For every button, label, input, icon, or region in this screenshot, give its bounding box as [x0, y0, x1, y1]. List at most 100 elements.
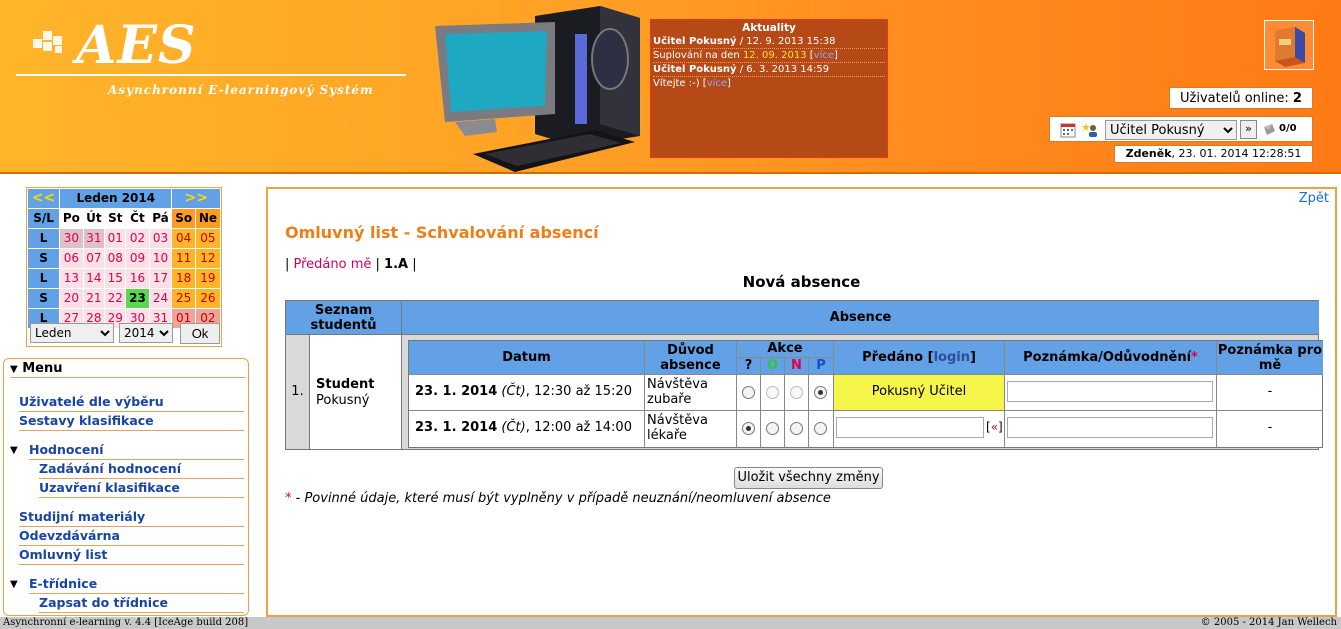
- calendar-day[interactable]: 21: [83, 289, 105, 308]
- menu-item-odevzdavarna[interactable]: Odevzdávárna: [19, 527, 244, 546]
- calendar-ok-button[interactable]: Ok: [180, 323, 220, 344]
- insert-login-link[interactable]: [«]: [986, 420, 1003, 434]
- radio-neomluveno[interactable]: [790, 422, 803, 435]
- calendar-day[interactable]: 24: [149, 289, 172, 308]
- header-akce-unknown: ?: [737, 358, 761, 375]
- calendar-day[interactable]: 05: [195, 229, 220, 248]
- absence-reason: Návštěva zubaře: [645, 375, 737, 411]
- menu-item-zapsat[interactable]: Zapsat do třídnice: [39, 594, 244, 613]
- section-title: Nová absence: [742, 273, 861, 291]
- mail-icon[interactable]: [1262, 123, 1276, 137]
- news-more-link[interactable]: více: [707, 78, 727, 89]
- calendar-day[interactable]: 10: [149, 249, 172, 268]
- logo-divider: [16, 74, 406, 76]
- logo-subtitle: Asynchronní E-learningový Systém: [108, 83, 374, 97]
- news-panel: Aktuality Učitel Pokusný / 12. 9. 2013 1…: [650, 19, 888, 158]
- absence-day: (Čt): [501, 384, 526, 399]
- breadcrumb-link-predano[interactable]: Předáno mě: [294, 257, 372, 272]
- messages-count-text: 0/0: [1279, 123, 1297, 134]
- user-star-icon[interactable]: [1082, 122, 1100, 138]
- logo-title: AES: [76, 15, 197, 76]
- messages-count[interactable]: 0/0: [1279, 123, 1297, 134]
- hodnoceni-expand-icon[interactable]: ▼: [10, 445, 18, 456]
- news-more-link[interactable]: více: [814, 50, 834, 61]
- breadcrumb-class[interactable]: 1.A: [384, 257, 408, 272]
- calendar-day[interactable]: 16: [126, 269, 149, 288]
- book-icon[interactable]: [1264, 20, 1314, 70]
- calendar-day[interactable]: 30: [60, 229, 83, 248]
- calendar-day-today[interactable]: 23: [126, 289, 149, 308]
- calendar-day[interactable]: 15: [105, 269, 126, 288]
- calendar-icon[interactable]: [1060, 122, 1076, 138]
- menu-item-zadavani[interactable]: Zadávání hodnocení: [39, 460, 244, 479]
- calendar-month-select[interactable]: Leden: [30, 323, 114, 343]
- calendar-widget: << Leden 2014 >> S/L Po Út St Čt Pá So N…: [26, 187, 222, 347]
- menu-item-etridnice[interactable]: E-třídnice: [29, 575, 244, 594]
- calendar-day[interactable]: 03: [149, 229, 172, 248]
- calendar-day[interactable]: 19: [195, 269, 220, 288]
- calendar-prev-button[interactable]: <<: [28, 189, 60, 208]
- calendar-day[interactable]: 20: [60, 289, 83, 308]
- user-select[interactable]: Učitel Pokusný: [1105, 120, 1237, 140]
- menu-item-uzivatele[interactable]: Uživatelé dle výběru: [19, 393, 244, 412]
- student-last-name: Pokusný: [316, 393, 370, 408]
- calendar-day[interactable]: 31: [83, 229, 105, 248]
- column-students-header: Seznam studentů: [286, 301, 402, 335]
- calendar-day[interactable]: 22: [105, 289, 126, 308]
- header-login-link[interactable]: login: [934, 350, 970, 365]
- header-datum: Datum: [409, 341, 645, 375]
- calendar-day[interactable]: 11: [172, 249, 195, 268]
- calendar-day[interactable]: 26: [195, 289, 220, 308]
- note-for-me: -: [1217, 375, 1323, 411]
- menu-item-sestavy[interactable]: Sestavy klasifikace: [19, 412, 244, 431]
- menu-item-uzavreni[interactable]: Uzavření klasifikace: [39, 479, 244, 498]
- calendar-day[interactable]: 08: [105, 249, 126, 268]
- news-text: Suplování na den: [653, 50, 743, 61]
- note-cell: [1005, 411, 1217, 447]
- calendar-day[interactable]: 17: [149, 269, 172, 288]
- calendar-next-button[interactable]: >>: [172, 189, 220, 208]
- calendar-day[interactable]: 14: [83, 269, 105, 288]
- calendar-day[interactable]: 07: [83, 249, 105, 268]
- user-go-button[interactable]: »: [1240, 120, 1257, 139]
- akce-cell: [737, 375, 761, 411]
- radio-unknown[interactable]: [742, 386, 755, 399]
- save-all-button[interactable]: Uložit všechny změny: [734, 467, 883, 489]
- menu-collapse-icon[interactable]: ▼: [10, 364, 18, 375]
- menu-item-studijni[interactable]: Studijní materiály: [19, 508, 244, 527]
- calendar-day[interactable]: 18: [172, 269, 195, 288]
- calendar-day[interactable]: 25: [172, 289, 195, 308]
- insert-login-symbol: «: [990, 420, 999, 434]
- calendar-day[interactable]: 13: [60, 269, 83, 288]
- radio-predat[interactable]: [814, 386, 827, 399]
- users-online: Uživatelů online: 2: [1169, 87, 1313, 109]
- calendar-day[interactable]: 06: [60, 249, 83, 268]
- radio-unknown[interactable]: [742, 422, 755, 435]
- header-poznamka-label: Poznámka/Odůvodnění: [1023, 350, 1192, 365]
- etridnice-expand-icon[interactable]: ▼: [10, 579, 18, 590]
- note-input[interactable]: [1007, 381, 1213, 402]
- menu-item-hodnoceni[interactable]: Hodnocení: [29, 441, 244, 460]
- calendar-day[interactable]: 04: [172, 229, 195, 248]
- back-link[interactable]: Zpět: [1299, 191, 1329, 206]
- menu-item-omluvny-list[interactable]: Omluvný list: [19, 546, 244, 565]
- side-menu: ▼ Menu Uživatelé dle výběru Sestavy klas…: [3, 358, 249, 616]
- note-input[interactable]: [1007, 417, 1213, 438]
- radio-predat[interactable]: [814, 422, 827, 435]
- calendar-year-select[interactable]: 2014: [119, 323, 173, 343]
- radio-neomluveno[interactable]: [790, 386, 803, 399]
- radio-omluveno[interactable]: [766, 422, 779, 435]
- calendar-controls: Leden 2014 Ok: [30, 323, 220, 345]
- breadcrumb: | Předáno mě | 1.A |: [285, 257, 417, 272]
- calendar-day[interactable]: 02: [126, 229, 149, 248]
- calendar-day[interactable]: 09: [126, 249, 149, 268]
- calendar-week-type: S: [28, 249, 60, 268]
- student-first-name: Student: [316, 377, 375, 392]
- calendar-day[interactable]: 01: [105, 229, 126, 248]
- calendar-day[interactable]: 12: [195, 249, 220, 268]
- absence-time: , 12:30 až 15:20: [525, 384, 632, 399]
- absence-date: 23. 1. 2014 (Čt), 12:30 až 15:20: [409, 375, 645, 411]
- handed-to-input[interactable]: [836, 417, 984, 438]
- calendar-header: St: [105, 209, 126, 228]
- radio-omluveno[interactable]: [766, 386, 779, 399]
